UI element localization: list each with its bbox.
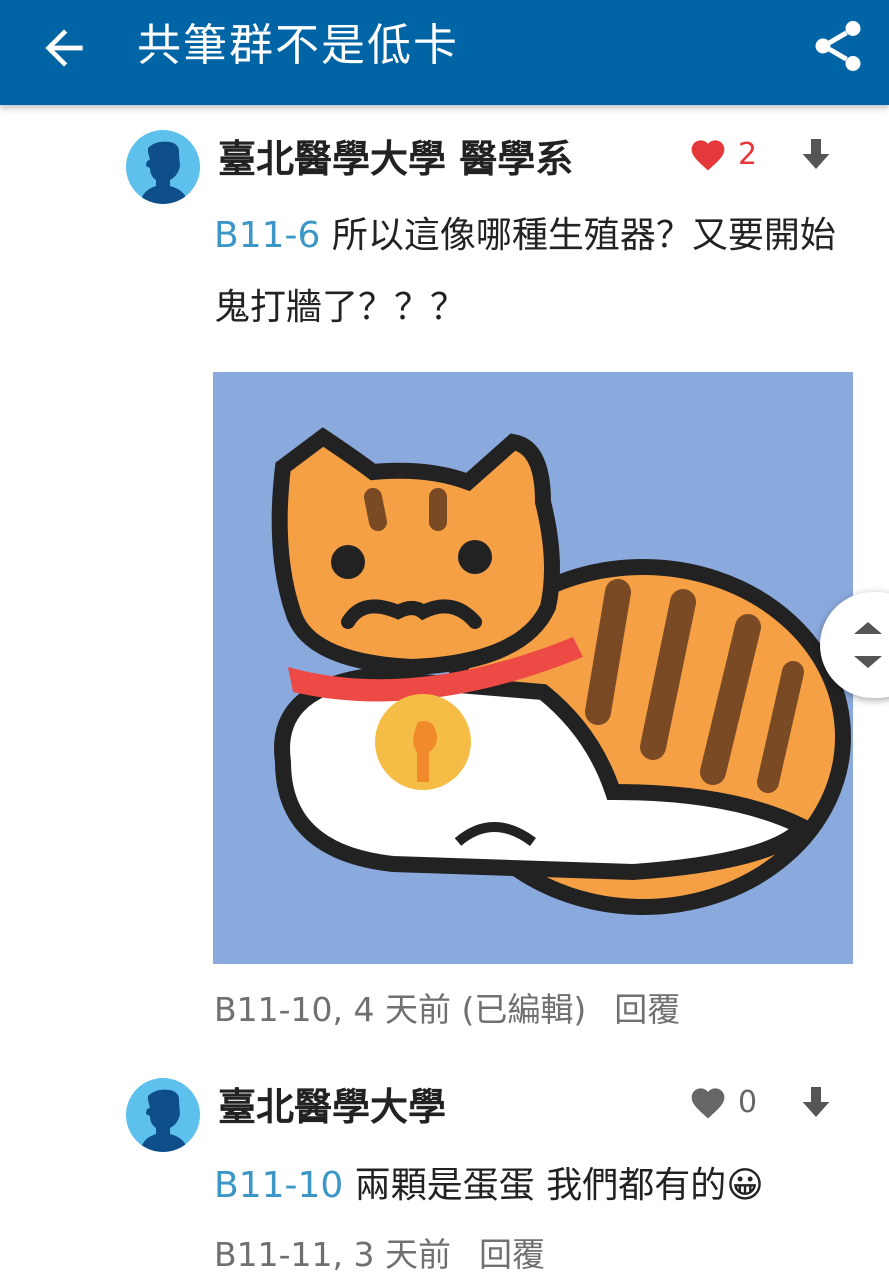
like-count: 2 [738,136,758,172]
like-button[interactable]: 0 [688,1077,768,1127]
comment-text: 兩顆是蛋蛋 我們都有的😀 [354,1165,764,1206]
floor-reference-link[interactable]: B11-10 [214,1165,343,1206]
like-count: 0 [738,1084,758,1120]
floor-reference-link[interactable]: B11-6 [214,215,320,256]
heart-icon [691,1088,725,1119]
comment-meta: B11-10, 4 天前 (已編輯) 回覆 [214,985,680,1035]
arrow-down-icon[interactable] [796,1082,836,1122]
author-name[interactable]: 臺北醫學大學 醫學系 [218,134,573,184]
comment-body: B11-6 所以這像哪種生殖器？又要開始鬼打牆了？？？ [214,200,854,344]
reply-button[interactable]: 回覆 [479,1235,545,1274]
attached-image[interactable] [213,372,853,964]
reply-button[interactable]: 回覆 [614,990,680,1029]
user-silhouette-icon [140,141,188,204]
user-silhouette-icon [140,1089,188,1152]
comment-body: B11-10 兩顆是蛋蛋 我們都有的😀 [214,1150,854,1222]
arrow-left-icon[interactable] [36,20,92,76]
comment-floor-time: B11-11, 3 天前 [214,1235,451,1274]
comment-meta: B11-11, 3 天前 回覆 [214,1230,545,1280]
page-title: 共筆群不是低卡 [137,20,459,71]
comment-floor-time: B11-10, 4 天前 (已編輯) [214,990,587,1029]
share-icon[interactable] [808,16,868,76]
avatar[interactable] [126,130,200,204]
arrow-down-icon[interactable] [796,134,836,174]
like-button[interactable]: 2 [688,129,768,179]
author-name[interactable]: 臺北醫學大學 [218,1082,446,1132]
app-bar: 共筆群不是低卡 [0,0,889,105]
up-down-arrows-icon [854,622,882,668]
heart-icon [691,140,725,171]
avatar[interactable] [126,1078,200,1152]
cat-sticker-image [271,427,851,915]
